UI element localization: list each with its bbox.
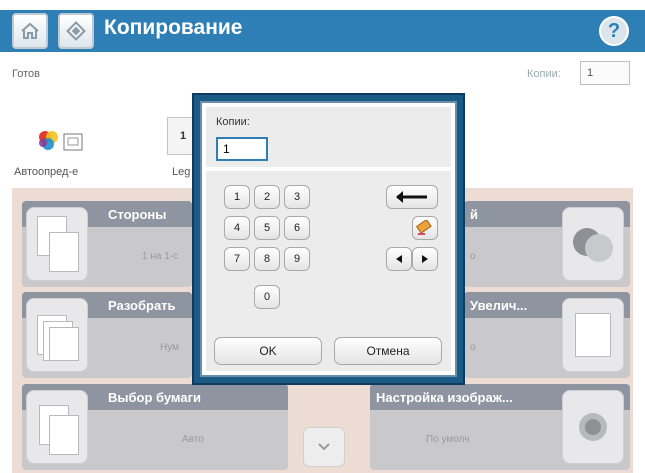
arrow-right-icon bbox=[422, 255, 428, 263]
key-3[interactable]: 3 bbox=[284, 185, 310, 209]
collate-button[interactable]: Разобрать Нум bbox=[22, 292, 192, 378]
key-7[interactable]: 7 bbox=[224, 247, 250, 271]
home-icon bbox=[21, 22, 39, 39]
key-8[interactable]: 8 bbox=[254, 247, 280, 271]
cursor-left-button[interactable] bbox=[386, 247, 412, 271]
reduce-enlarge-button[interactable]: Увелич... о bbox=[464, 292, 630, 378]
cursor-right-button[interactable] bbox=[412, 247, 438, 271]
arrow-left-icon bbox=[396, 255, 402, 263]
clear-button[interactable] bbox=[412, 216, 438, 240]
copies-dialog-label: Копии: bbox=[216, 116, 250, 128]
paper-select-value: Авто bbox=[182, 434, 204, 445]
collate-value: Нум bbox=[160, 342, 179, 353]
backspace-arrow-icon bbox=[396, 191, 427, 203]
help-button[interactable]: ? bbox=[592, 10, 636, 52]
image-adjust-button[interactable]: Настройка изображ... По умолч bbox=[370, 384, 630, 470]
chevron-down-icon bbox=[318, 443, 330, 451]
help-icon: ? bbox=[599, 16, 629, 46]
copies-dialog-header: Копии: 1 bbox=[206, 107, 451, 167]
copies-input[interactable]: 1 bbox=[216, 137, 268, 161]
page-title: Копирование bbox=[104, 16, 243, 39]
backspace-button[interactable] bbox=[386, 185, 438, 209]
sides-value: 1 на 1-с bbox=[142, 251, 179, 262]
home-button[interactable] bbox=[12, 13, 48, 49]
copy-diamond-icon bbox=[66, 21, 86, 41]
key-4[interactable]: 4 bbox=[224, 216, 250, 240]
reduce-enlarge-icon bbox=[562, 298, 624, 372]
image-adjust-icon bbox=[562, 390, 624, 464]
darker-lighter-icon bbox=[562, 207, 624, 281]
copies-dialog-panel: Копии: 1 1 2 3 4 5 6 7 8 9 0 OK Отмена bbox=[200, 101, 457, 377]
key-0[interactable]: 0 bbox=[254, 285, 280, 309]
sides-icon bbox=[26, 207, 88, 281]
cancel-button[interactable]: Отмена bbox=[334, 337, 442, 365]
ok-button[interactable]: OK bbox=[214, 337, 322, 365]
keypad: 1 2 3 4 5 6 7 8 9 0 OK Отмена bbox=[206, 171, 451, 371]
color-mode-label: Автоопред-е bbox=[14, 166, 79, 178]
title-bar: Копирование ? bbox=[0, 0, 645, 55]
status-text: Готов bbox=[12, 68, 40, 80]
darker-lighter-value: о bbox=[470, 251, 476, 262]
copies-dialog: Копии: 1 1 2 3 4 5 6 7 8 9 0 OK Отмена bbox=[192, 93, 465, 385]
key-1[interactable]: 1 bbox=[224, 185, 250, 209]
color-mode-icon[interactable] bbox=[38, 130, 84, 154]
collate-icon bbox=[26, 298, 88, 372]
key-5[interactable]: 5 bbox=[254, 216, 280, 240]
paper-size-label: Leg bbox=[172, 166, 191, 178]
copies-field[interactable]: 1 bbox=[580, 61, 630, 85]
key-9[interactable]: 9 bbox=[284, 247, 310, 271]
eraser-icon bbox=[416, 220, 432, 235]
paper-select-icon bbox=[26, 390, 88, 464]
sides-button[interactable]: Стороны 1 на 1-с bbox=[22, 201, 192, 287]
reduce-enlarge-value: о bbox=[470, 342, 476, 353]
darker-lighter-button[interactable]: й о bbox=[464, 201, 630, 287]
image-adjust-value: По умолч bbox=[426, 434, 470, 445]
copies-label: Копии: bbox=[527, 68, 561, 80]
key-2[interactable]: 2 bbox=[254, 185, 280, 209]
copy-app-icon bbox=[58, 13, 94, 49]
scroll-down-button[interactable] bbox=[303, 427, 345, 467]
key-6[interactable]: 6 bbox=[284, 216, 310, 240]
paper-select-button[interactable]: Выбор бумаги Авто bbox=[22, 384, 288, 470]
